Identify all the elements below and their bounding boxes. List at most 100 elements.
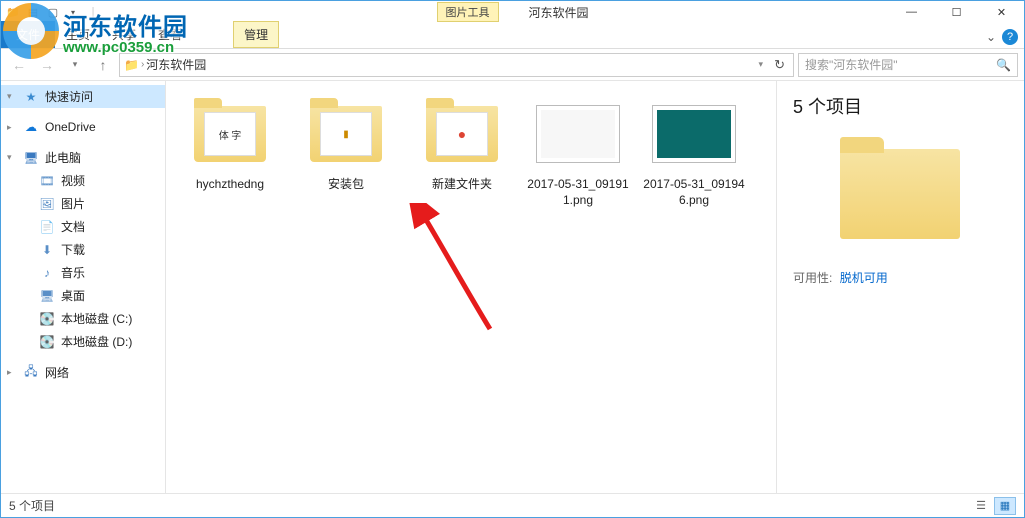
list-item[interactable]: ▮ 安装包 xyxy=(292,95,400,193)
folder-thumbnail: 体 字 xyxy=(186,95,274,173)
sidebar-item-quickaccess[interactable]: ▾ ★ 快速访问 xyxy=(1,85,165,108)
list-item[interactable]: ● 新建文件夹 xyxy=(408,95,516,193)
folder-preview: 体 字 xyxy=(204,112,256,156)
qat-properties-icon[interactable]: ▤ xyxy=(24,3,42,21)
sidebar-label: 本地磁盘 (D:) xyxy=(61,333,132,350)
folder-thumbnail: ▮ xyxy=(302,95,390,173)
file-name: 新建文件夹 xyxy=(432,177,492,193)
body-area: ▾ ★ 快速访问 ▸ ☁ OneDrive ▾ 🖥 此电脑 🎞 视频 🖼 图片 … xyxy=(1,81,1024,493)
help-icon[interactable]: ? xyxy=(1002,29,1018,45)
sidebar-item-network[interactable]: ▸ 🖧 网络 xyxy=(1,361,165,384)
ribbon-tabs: 文件 主页 共享 查看 管理 ⌄ ? xyxy=(1,23,1024,49)
sidebar-label: 文档 xyxy=(61,218,85,235)
navigation-pane: ▾ ★ 快速访问 ▸ ☁ OneDrive ▾ 🖥 此电脑 🎞 视频 🖼 图片 … xyxy=(1,81,166,493)
path-root-icon[interactable]: 📁 xyxy=(124,58,139,72)
sidebar-label: 快速访问 xyxy=(45,88,93,105)
tab-manage[interactable]: 管理 xyxy=(233,21,279,48)
desktop-icon: 🖥 xyxy=(39,288,55,304)
network-icon: 🖧 xyxy=(23,365,39,381)
list-item[interactable]: 2017-05-31_091911.png xyxy=(524,95,632,208)
sidebar-label: 本地磁盘 (C:) xyxy=(61,310,132,327)
sidebar-item-onedrive[interactable]: ▸ ☁ OneDrive xyxy=(1,116,165,138)
nav-forward-button[interactable]: → xyxy=(35,53,59,77)
star-icon: ★ xyxy=(23,89,39,105)
file-name: 安装包 xyxy=(328,177,364,193)
window-title-group: 图片工具 河东软件园 xyxy=(436,2,588,22)
close-button[interactable]: ✕ xyxy=(979,1,1024,23)
file-list[interactable]: 体 字 hychzthedng ▮ 安装包 ● 新建文件夹 xyxy=(166,81,776,493)
sidebar-label: 视频 xyxy=(61,172,85,189)
address-bar: ← → ▾ ↑ 📁 › 河东软件园 ▾ ↻ 搜索"河东软件园" 🔍 xyxy=(1,49,1024,81)
qat-newfolder-icon[interactable]: ▢ xyxy=(44,3,62,21)
sidebar-item-desktop[interactable]: 🖥 桌面 xyxy=(1,284,165,307)
drive-icon: 💽 xyxy=(39,334,55,350)
availability-value: 脱机可用 xyxy=(840,271,888,285)
chevron-right-icon[interactable]: ▸ xyxy=(7,367,12,378)
tab-file[interactable]: 文件 xyxy=(1,21,55,48)
window-title: 河东软件园 xyxy=(528,4,588,21)
nav-recent-dropdown[interactable]: ▾ xyxy=(63,53,87,77)
details-folder-icon xyxy=(818,133,983,253)
image-thumbnail xyxy=(534,95,622,173)
film-icon: 🎞 xyxy=(39,173,55,189)
music-icon: ♪ xyxy=(39,265,55,281)
download-icon: ⬇ xyxy=(39,242,55,258)
sidebar-item-thispc[interactable]: ▾ 🖥 此电脑 xyxy=(1,146,165,169)
chevron-down-icon[interactable]: ▾ xyxy=(7,152,12,163)
refresh-button[interactable]: ↻ xyxy=(765,57,789,73)
chevron-right-icon[interactable]: › xyxy=(141,59,144,70)
path-segment-current[interactable]: 河东软件园 xyxy=(146,56,206,73)
sidebar-item-downloads[interactable]: ⬇ 下载 xyxy=(1,238,165,261)
details-count: 5 个项目 xyxy=(793,93,1008,119)
image-icon: 🖼 xyxy=(39,196,55,212)
tab-view[interactable]: 查看 xyxy=(147,21,193,48)
list-item[interactable]: 体 字 hychzthedng xyxy=(176,95,284,193)
qat-separator: | xyxy=(84,3,102,21)
content-area: 体 字 hychzthedng ▮ 安装包 ● 新建文件夹 xyxy=(166,81,1024,493)
nav-up-button[interactable]: ↑ xyxy=(91,53,115,77)
view-details-button[interactable]: ☰ xyxy=(970,497,992,515)
sidebar-label: 桌面 xyxy=(61,287,85,304)
window-controls: — ☐ ✕ xyxy=(889,1,1024,23)
maximize-button[interactable]: ☐ xyxy=(934,1,979,23)
ribbon-expand-icon[interactable]: ⌄ xyxy=(986,30,996,44)
view-icons-button[interactable]: ▦ xyxy=(994,497,1016,515)
qat-dropdown-icon[interactable]: ▾ xyxy=(64,3,82,21)
tab-home[interactable]: 主页 xyxy=(55,21,101,48)
list-item[interactable]: 2017-05-31_091946.png xyxy=(640,95,748,208)
chevron-right-icon[interactable]: ▸ xyxy=(7,122,12,133)
sidebar-label: 音乐 xyxy=(61,264,85,281)
sidebar-label: 网络 xyxy=(45,364,69,381)
sidebar-item-music[interactable]: ♪ 音乐 xyxy=(1,261,165,284)
tab-share[interactable]: 共享 xyxy=(101,21,147,48)
drive-icon: 💽 xyxy=(39,311,55,327)
sidebar-label: 图片 xyxy=(61,195,85,212)
sidebar-item-pictures[interactable]: 🖼 图片 xyxy=(1,192,165,215)
chevron-down-icon[interactable]: ▾ xyxy=(7,91,12,102)
title-bar: 📁 ▤ ▢ ▾ | 图片工具 河东软件园 — ☐ ✕ xyxy=(1,1,1024,23)
image-thumbnail xyxy=(650,95,738,173)
folder-preview: ▮ xyxy=(320,112,372,156)
file-name: hychzthedng xyxy=(196,177,264,193)
file-name: 2017-05-31_091946.png xyxy=(640,177,748,208)
sidebar-item-drive-d[interactable]: 💽 本地磁盘 (D:) xyxy=(1,330,165,353)
sidebar-item-drive-c[interactable]: 💽 本地磁盘 (C:) xyxy=(1,307,165,330)
contextual-tab-label: 图片工具 xyxy=(436,2,498,22)
availability-label: 可用性: xyxy=(793,271,832,285)
minimize-button[interactable]: — xyxy=(889,1,934,23)
search-icon[interactable]: 🔍 xyxy=(996,58,1011,72)
nav-back-button[interactable]: ← xyxy=(7,53,31,77)
file-name: 2017-05-31_091911.png xyxy=(524,177,632,208)
folder-preview: ● xyxy=(436,112,488,156)
sidebar-label: 下载 xyxy=(61,241,85,258)
sidebar-item-videos[interactable]: 🎞 视频 xyxy=(1,169,165,192)
view-mode-toggles: ☰ ▦ xyxy=(970,497,1016,515)
path-history-dropdown[interactable]: ▾ xyxy=(758,59,763,70)
document-icon: 📄 xyxy=(39,219,55,235)
sidebar-label: 此电脑 xyxy=(45,149,81,166)
address-path[interactable]: 📁 › 河东软件园 ▾ ↻ xyxy=(119,53,794,77)
sidebar-item-documents[interactable]: 📄 文档 xyxy=(1,215,165,238)
monitor-icon: 🖥 xyxy=(23,150,39,166)
cloud-icon: ☁ xyxy=(23,119,39,135)
search-input[interactable]: 搜索"河东软件园" 🔍 xyxy=(798,53,1018,77)
